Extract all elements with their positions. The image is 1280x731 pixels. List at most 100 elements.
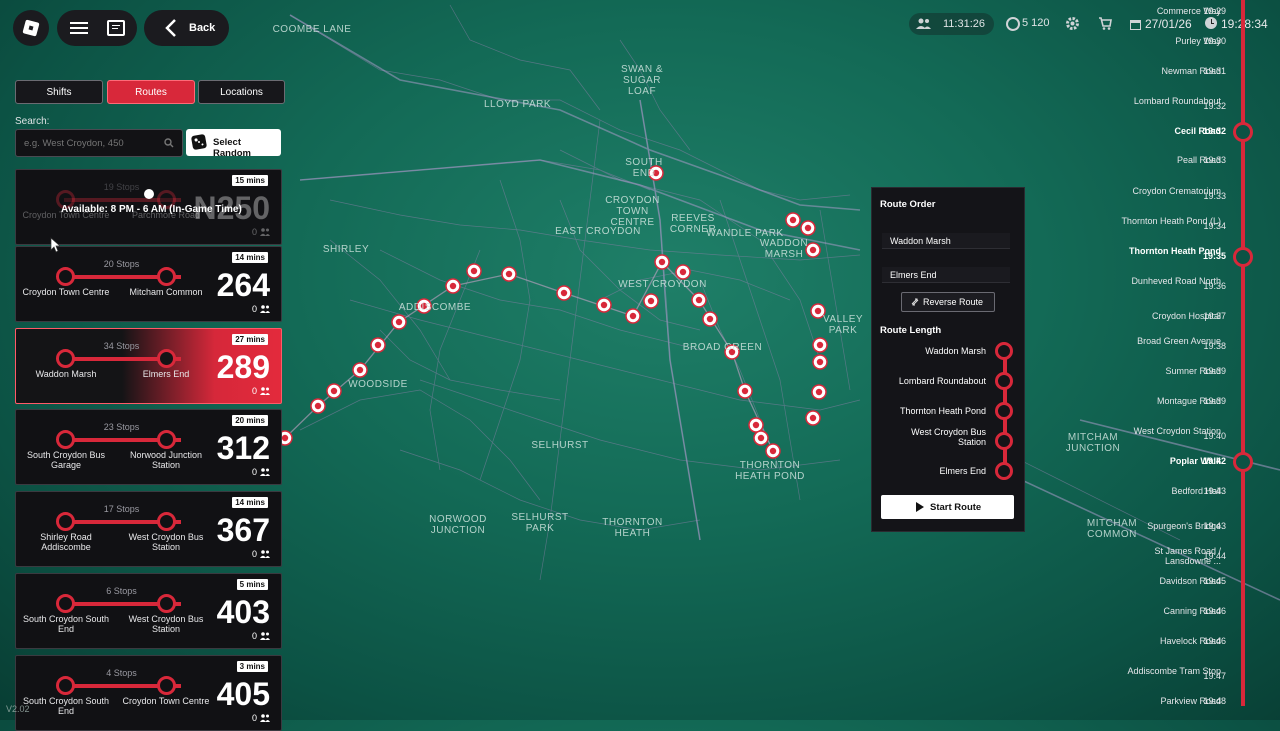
menu-chat-group	[57, 10, 137, 46]
game-date: 27/01/26	[1145, 17, 1192, 31]
bus-stop-marker[interactable]	[625, 308, 641, 324]
route-card[interactable]: 34 Stops Waddon Marsh Elmers End 27 mins 289…	[15, 328, 282, 404]
route-number: 289	[216, 349, 270, 385]
route-card[interactable]: 20 Stops Croydon Town Centre Mitcham Commo…	[15, 246, 282, 322]
bus-stop-marker[interactable]	[501, 266, 517, 282]
route-end-value: Elmers End	[890, 269, 937, 280]
duration-badge: 27 mins	[232, 334, 268, 345]
route-from: Waddon Marsh	[35, 369, 97, 379]
route-order-title: Route Order	[880, 199, 936, 210]
duration-badge: 3 mins	[236, 661, 268, 672]
player-count-value: 0	[251, 549, 257, 559]
timeline-stop-time: 19:33	[1203, 191, 1226, 201]
map-place-label: WEST CROYDON	[618, 279, 707, 290]
bus-stop-marker[interactable]	[466, 263, 482, 279]
bus-stop-marker[interactable]	[391, 314, 407, 330]
timeline-stop-time: 19:38	[1203, 341, 1226, 351]
bus-stop-marker[interactable]	[352, 362, 368, 378]
tab-locations[interactable]: Locations	[198, 80, 285, 104]
map-place-label: WOODSIDE	[348, 379, 408, 390]
bus-stop-marker[interactable]	[737, 383, 753, 399]
route-start-node	[56, 512, 75, 531]
bus-stop-marker[interactable]	[675, 264, 691, 280]
player-count: 0	[252, 713, 270, 723]
route-card[interactable]: 6 Stops South Croydon South End West Croyd…	[15, 573, 282, 649]
route-card[interactable]: 19 Stops Croydon Town Centre Parchmore Roa…	[15, 169, 282, 245]
bus-stop-marker[interactable]	[811, 384, 827, 400]
search-input-box	[15, 129, 183, 157]
reverse-route-button[interactable]: Reverse Route	[901, 292, 995, 312]
route-path-line	[284, 260, 774, 452]
route-end-node	[157, 594, 176, 613]
player-count-value: 0	[251, 467, 257, 477]
tab-shifts[interactable]: Shifts	[15, 80, 103, 104]
roblox-menu-button[interactable]	[13, 10, 49, 46]
player-count: 0	[252, 304, 270, 314]
timeline-stop-time: 19:33	[1203, 155, 1226, 165]
back-button[interactable]: Back	[144, 10, 229, 46]
players-icon	[260, 632, 270, 640]
start-route-button[interactable]: Start Route	[881, 495, 1014, 519]
bus-stop-marker[interactable]	[765, 443, 781, 459]
route-to: Croydon Town Centre	[122, 696, 210, 706]
timeline-stop-time: 19:31	[1203, 66, 1226, 76]
players-icon	[260, 714, 270, 722]
clock-icon	[1205, 17, 1217, 29]
bus-stop-marker[interactable]	[596, 297, 612, 313]
bus-stop-marker[interactable]	[654, 254, 670, 270]
chat-icon[interactable]	[107, 20, 125, 36]
bus-stop-marker[interactable]	[445, 278, 461, 294]
route-card[interactable]: 17 Stops Shirley Road Addiscombe West Croy…	[15, 491, 282, 567]
map-place-label: EAST CROYDON	[555, 226, 641, 237]
players-icon	[260, 468, 270, 476]
hamburger-menu-icon[interactable]	[70, 22, 88, 34]
select-random-label: Select Random	[213, 137, 251, 159]
bus-stop-marker[interactable]	[691, 292, 707, 308]
map-place-label: BROAD GREEN	[682, 342, 763, 353]
route-from: South Croydon South End	[22, 614, 110, 634]
route-length-stop: Waddon Marsh	[925, 346, 986, 356]
bus-stop-marker[interactable]	[370, 337, 386, 353]
route-length-title: Route Length	[880, 325, 942, 336]
route-length-node	[995, 372, 1013, 390]
search-input[interactable]	[22, 134, 166, 153]
bus-stop-marker[interactable]	[310, 398, 326, 414]
route-start-node	[56, 676, 75, 695]
route-from: Shirley Road Addiscombe	[40, 532, 92, 552]
timeline-stop-time: 19:45	[1203, 576, 1226, 586]
route-end-field[interactable]: Elmers End	[882, 267, 1010, 283]
bus-stop-marker[interactable]	[748, 417, 764, 433]
route-card[interactable]: 23 Stops South Croydon Bus Garage Norwood …	[15, 409, 282, 485]
player-count: 0	[252, 467, 270, 477]
bus-stop-marker[interactable]	[785, 212, 801, 228]
settings-gear-icon[interactable]	[1065, 16, 1080, 31]
route-number: 403	[216, 594, 270, 630]
bus-stop-marker[interactable]	[800, 220, 816, 236]
roblox-logo-icon	[22, 19, 40, 37]
route-length-stop: West Croydon Bus Station	[911, 427, 986, 447]
mouse-cursor-icon	[50, 237, 61, 253]
route-number: 405	[216, 676, 270, 712]
map-place-label: NORWOOD JUNCTION	[429, 514, 487, 536]
duration-badge: 20 mins	[232, 415, 268, 426]
timeline-major-stop-node	[1233, 247, 1253, 267]
route-to: Elmers End	[142, 369, 190, 379]
bus-stop-marker[interactable]	[812, 354, 828, 370]
tab-routes[interactable]: Routes	[107, 80, 195, 104]
bus-stop-marker[interactable]	[556, 285, 572, 301]
bus-stop-marker[interactable]	[753, 430, 769, 446]
bus-stop-marker[interactable]	[812, 337, 828, 353]
availability-overlay: Available: 8 PM - 6 AM (In-Game Time)	[61, 204, 242, 215]
shop-cart-icon[interactable]	[1098, 16, 1113, 31]
coins-value: 5 120	[1022, 17, 1050, 29]
player-count: 0	[252, 386, 270, 396]
route-start-value: Waddon Marsh	[890, 235, 951, 246]
bus-stop-marker[interactable]	[805, 410, 821, 426]
bus-stop-marker[interactable]	[643, 293, 659, 309]
select-random-button[interactable]: Select Random	[186, 129, 281, 159]
route-start-field[interactable]: Waddon Marsh	[882, 233, 1010, 249]
route-length-node	[995, 462, 1013, 480]
bus-stop-marker[interactable]	[702, 311, 718, 327]
route-start-node	[56, 430, 75, 449]
map-place-label: WADDON MARSH	[759, 238, 809, 260]
